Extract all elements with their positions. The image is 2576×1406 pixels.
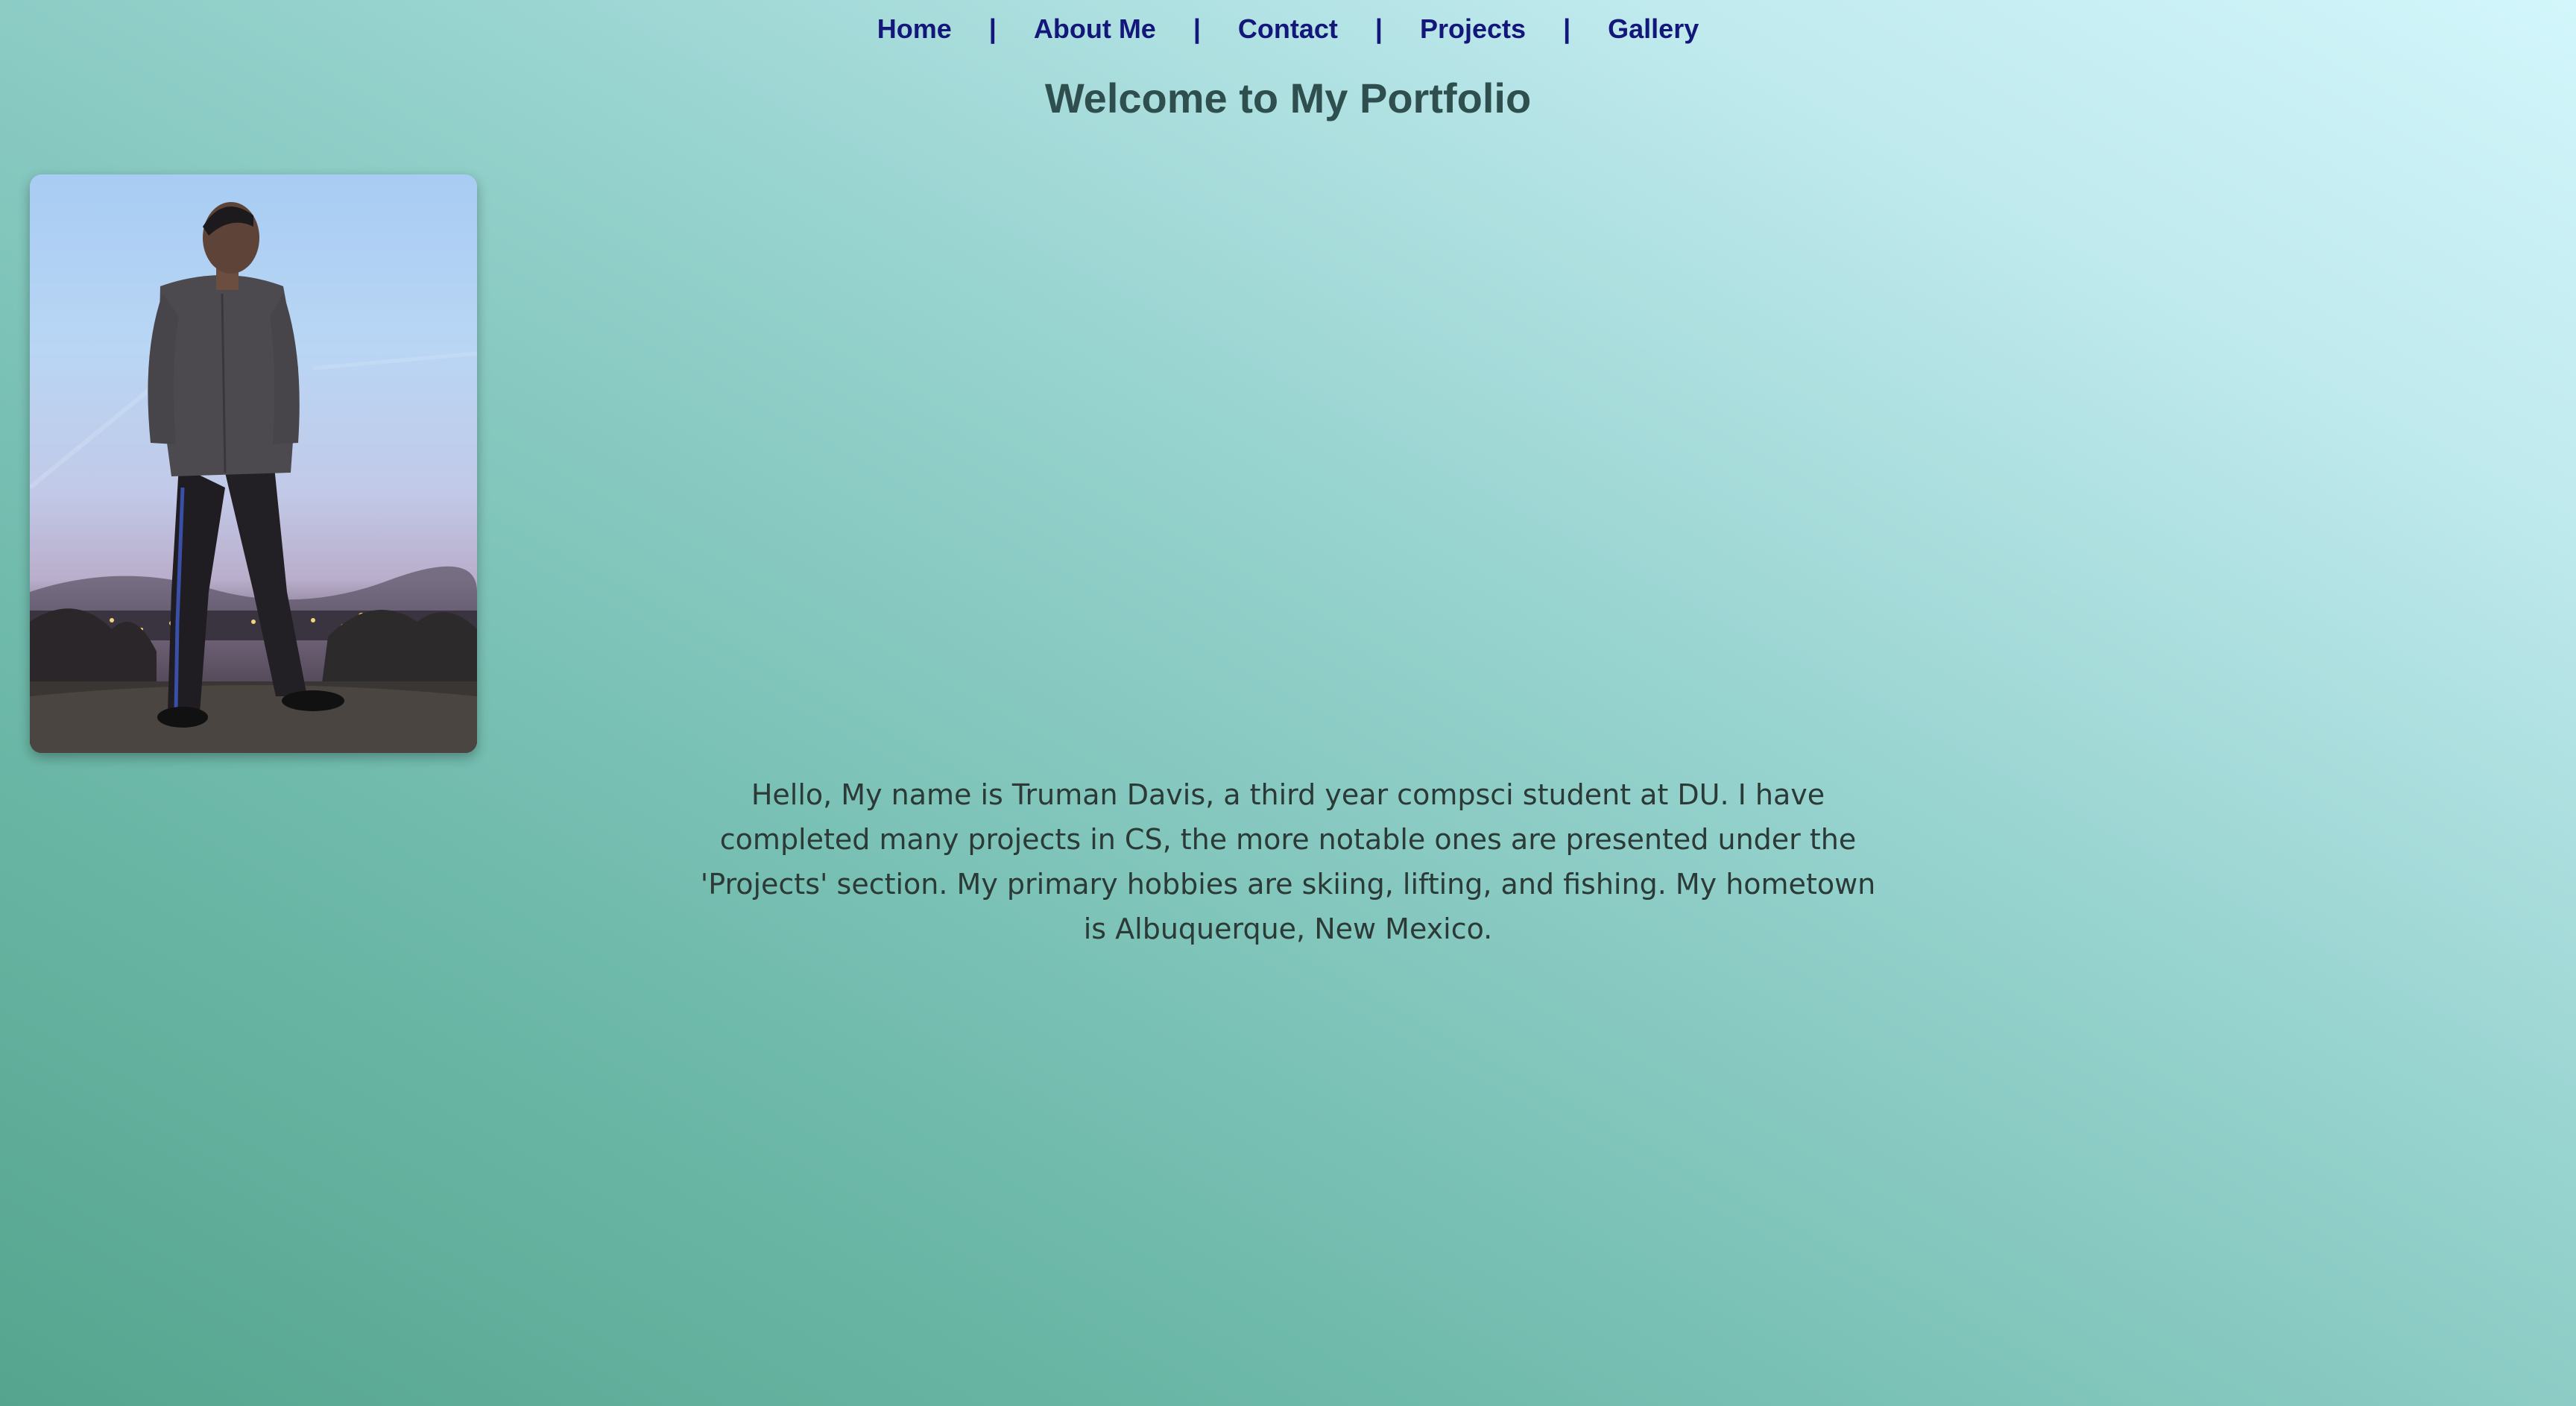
bio-paragraph: Hello, My name is Truman Davis, a third … xyxy=(700,778,1876,945)
nav-contact-link[interactable]: Contact xyxy=(1238,13,1338,45)
profile-photo xyxy=(30,174,477,753)
page-title: Welcome to My Portfolio xyxy=(1044,75,1532,122)
nav-separator: | xyxy=(1563,13,1571,44)
person-photo-icon xyxy=(30,202,477,753)
nav-projects-link[interactable]: Projects xyxy=(1420,13,1526,45)
top-nav: Home | About Me | Contact | Projects | G… xyxy=(0,10,2576,48)
nav-gallery-link[interactable]: Gallery xyxy=(1608,13,1699,45)
nav-home-link[interactable]: Home xyxy=(877,13,952,45)
nav-about-me-link[interactable]: About Me xyxy=(1034,13,1156,45)
nav-separator: | xyxy=(1374,13,1383,44)
nav-separator: | xyxy=(1193,13,1201,44)
nav-separator: | xyxy=(988,13,997,44)
